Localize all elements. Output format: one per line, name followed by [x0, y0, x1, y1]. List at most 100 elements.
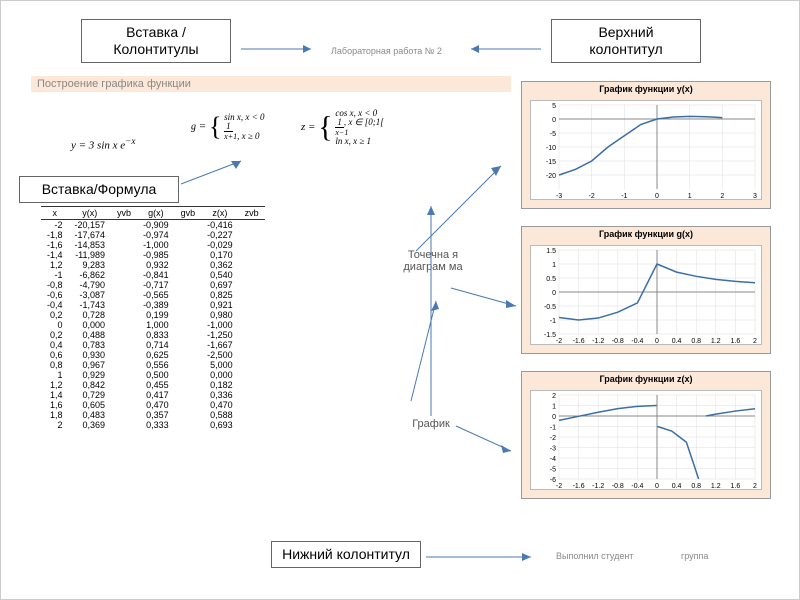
- svg-text:-1: -1: [550, 318, 556, 325]
- svg-text:-5: -5: [550, 467, 556, 474]
- table-row: 0,80,9670,5565,000: [41, 360, 265, 370]
- lab-header-text: Лабораторная работа № 2: [331, 46, 442, 56]
- table-row: 20,3690,3330,693: [41, 420, 265, 430]
- svg-text:-2: -2: [550, 435, 556, 442]
- svg-text:1.6: 1.6: [731, 338, 741, 345]
- table-row: -0,4-1,743-0,3890,921: [41, 300, 265, 310]
- svg-text:1.6: 1.6: [731, 483, 741, 490]
- table-row: -1,6-14,853-1,000-0,029: [41, 240, 265, 250]
- svg-text:0.4: 0.4: [672, 338, 682, 345]
- svg-text:3: 3: [753, 193, 757, 200]
- table-row: 1,20,8420,4550,182: [41, 380, 265, 390]
- col-yvb: yvb: [111, 207, 137, 220]
- table-row: 1,60,6050,4700,470: [41, 400, 265, 410]
- svg-text:0: 0: [655, 193, 659, 200]
- table-row: 0,40,7830,714-1,667: [41, 340, 265, 350]
- data-table: xy(x)yvbg(x)gvbz(x)zvb -2-20,157-0,909-0…: [41, 206, 265, 430]
- svg-text:-3: -3: [556, 193, 562, 200]
- svg-text:0: 0: [552, 117, 556, 124]
- svg-text:-0.4: -0.4: [631, 338, 643, 345]
- chart-y-title: График функции y(x): [522, 82, 770, 96]
- chart-annotation: График: [406, 418, 456, 430]
- callout-insert-header-footer: Вставка / Колонтитулы: [81, 19, 231, 63]
- col-y(x): y(x): [69, 207, 112, 220]
- svg-text:-1: -1: [550, 425, 556, 432]
- svg-text:-2: -2: [589, 193, 595, 200]
- chart-z-title: График функции z(x): [522, 372, 770, 386]
- svg-text:0: 0: [552, 414, 556, 421]
- table-row: 00,0001,000-1,000: [41, 320, 265, 330]
- formula-y: y = 3 sin x e−x: [71, 136, 135, 152]
- table-row: -1,8-17,674-0,974-0,227: [41, 230, 265, 240]
- svg-text:-5: -5: [550, 131, 556, 138]
- col-gvb: gvb: [175, 207, 202, 220]
- svg-text:-0.8: -0.8: [612, 483, 624, 490]
- svg-text:-2: -2: [556, 338, 562, 345]
- formula-z: z = { cos x, x < 0 1, x ∈ [0;1[ x−1 ln x…: [301, 109, 384, 146]
- chart-y: График функции y(x) -20-15-10-505-3-2-10…: [521, 81, 771, 209]
- callout-bottom-footer: Нижний колонтитул: [271, 541, 421, 568]
- callout-insert-formula: Вставка/Формула: [19, 176, 179, 203]
- svg-text:-1.6: -1.6: [573, 483, 585, 490]
- chart-g: График функции g(x) -1.5 -1 -0.5 0 0.5 1 1.5 -2…: [521, 226, 771, 354]
- section-title: Построение графика функции: [31, 76, 511, 92]
- svg-text:1.5: 1.5: [546, 248, 556, 255]
- table-row: 10,9290,5000,000: [41, 370, 265, 380]
- svg-text:0.5: 0.5: [546, 276, 556, 283]
- table-row: 0,60,9300,625-2,500: [41, 350, 265, 360]
- arrow-right-to-header: [461, 41, 541, 56]
- table-row: 1,40,7290,4170,336: [41, 390, 265, 400]
- svg-text:0: 0: [655, 338, 659, 345]
- col-zvb: zvb: [239, 207, 265, 220]
- svg-text:-15: -15: [546, 159, 556, 166]
- chart-g-title: График функции g(x): [522, 227, 770, 241]
- table-row: 1,80,4830,3570,588: [41, 410, 265, 420]
- svg-text:1: 1: [552, 262, 556, 269]
- footer-group: группа: [681, 551, 708, 561]
- svg-text:2: 2: [720, 193, 724, 200]
- table-row: -1-6,862-0,8410,540: [41, 270, 265, 280]
- svg-text:-0.4: -0.4: [631, 483, 643, 490]
- col-x: x: [41, 207, 69, 220]
- svg-text:0.8: 0.8: [691, 483, 701, 490]
- svg-text:-1.5: -1.5: [544, 332, 556, 339]
- col-g(x): g(x): [137, 207, 175, 220]
- formula-g: g = { sin x, x < 0 1 x+1, x ≥ 0: [191, 113, 265, 141]
- table-header-row: xy(x)yvbg(x)gvbz(x)zvb: [41, 207, 265, 220]
- svg-text:2: 2: [552, 393, 556, 400]
- chart-z: График функции z(x) -6-5-4-3-2-1012-2-1.…: [521, 371, 771, 499]
- table-row: -1,4-11,989-0,9850,170: [41, 250, 265, 260]
- svg-text:5: 5: [552, 103, 556, 110]
- svg-text:-1.2: -1.2: [592, 338, 604, 345]
- table-row: 0,20,7280,1990,980: [41, 310, 265, 320]
- svg-text:2: 2: [753, 338, 757, 345]
- svg-text:0.4: 0.4: [672, 483, 682, 490]
- col-z(x): z(x): [201, 207, 239, 220]
- svg-text:1: 1: [552, 404, 556, 411]
- arrow-chart-to-z: [451, 421, 521, 461]
- svg-text:-0.5: -0.5: [544, 304, 556, 311]
- svg-text:-1.6: -1.6: [573, 338, 585, 345]
- arrow-formula: [181, 159, 261, 189]
- svg-text:-10: -10: [546, 145, 556, 152]
- svg-text:-0.8: -0.8: [612, 338, 624, 345]
- svg-text:-2: -2: [556, 483, 562, 490]
- table-row: -0,6-3,087-0,5650,825: [41, 290, 265, 300]
- svg-text:1.2: 1.2: [711, 338, 721, 345]
- svg-text:-20: -20: [546, 173, 556, 180]
- svg-text:0: 0: [552, 290, 556, 297]
- svg-text:2: 2: [753, 483, 757, 490]
- callout-top-header: Верхний колонтитул: [551, 19, 701, 63]
- svg-text:0.8: 0.8: [691, 338, 701, 345]
- arrow-footer: [426, 549, 546, 569]
- footer-performed: Выполнил студент: [556, 551, 633, 561]
- svg-text:0: 0: [655, 483, 659, 490]
- table-row: -2-20,157-0,909-0,416: [41, 220, 265, 231]
- svg-text:1.2: 1.2: [711, 483, 721, 490]
- table-row: -0,8-4,790-0,7170,697: [41, 280, 265, 290]
- arrow-chart-to-y: [416, 201, 446, 416]
- svg-text:-1.2: -1.2: [592, 483, 604, 490]
- svg-text:-1: -1: [621, 193, 627, 200]
- svg-text:-4: -4: [550, 456, 556, 463]
- arrow-left-to-header: [241, 41, 321, 56]
